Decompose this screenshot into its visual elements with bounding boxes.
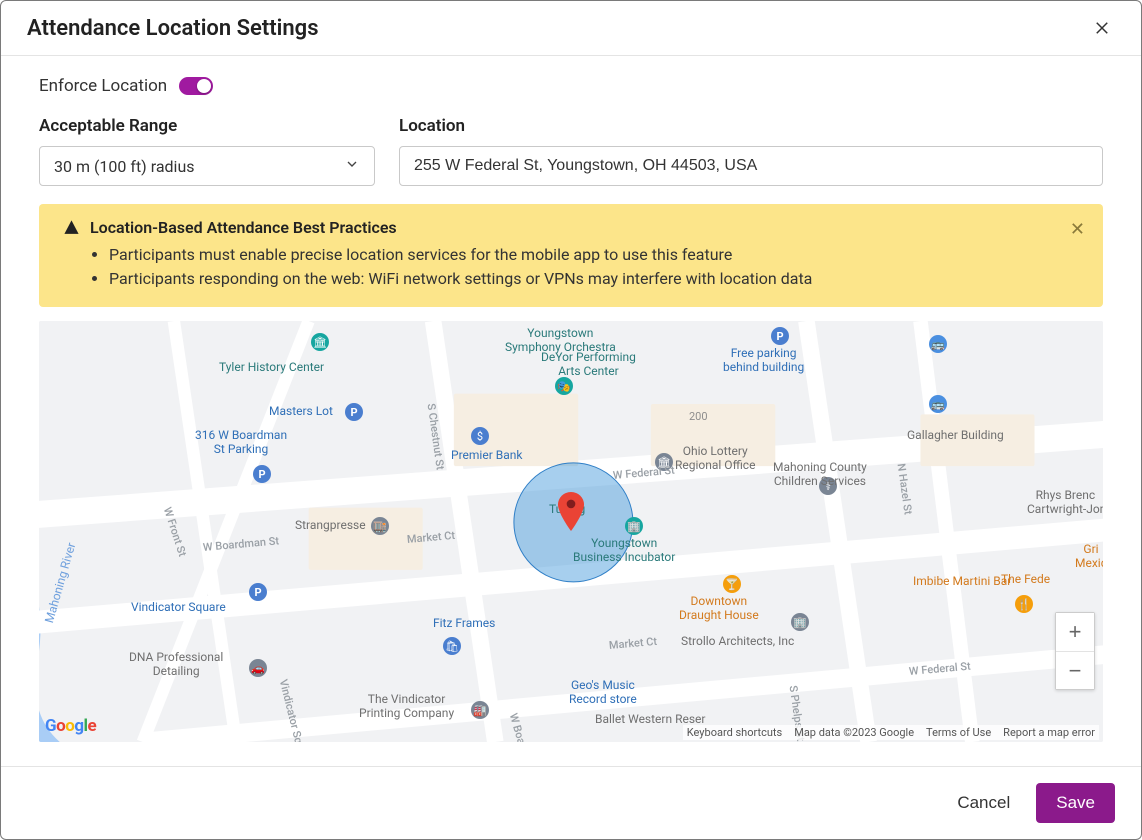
business-icon: 🚗 bbox=[249, 659, 267, 677]
alert-title-row: Location-Based Attendance Best Practices bbox=[63, 218, 1059, 237]
save-button[interactable]: Save bbox=[1036, 783, 1115, 823]
restaurant-icon: 🍸 bbox=[723, 575, 741, 593]
business-icon: 🏬 bbox=[371, 517, 389, 535]
location-field: Location bbox=[399, 116, 1103, 186]
map-keyboard-shortcuts[interactable]: Keyboard shortcuts bbox=[687, 726, 782, 739]
modal-title: Attendance Location Settings bbox=[27, 16, 319, 41]
enforce-location-toggle[interactable] bbox=[179, 77, 213, 95]
zoom-in-button[interactable]: + bbox=[1056, 613, 1094, 651]
map-attribution: Keyboard shortcuts Map data ©2023 Google… bbox=[683, 725, 1099, 740]
settings-fields: Acceptable Range 30 m (100 ft) radius Lo… bbox=[39, 116, 1103, 186]
toggle-knob bbox=[197, 79, 211, 93]
modal-body: Enforce Location Acceptable Range 30 m (… bbox=[1, 56, 1141, 766]
range-label: Acceptable Range bbox=[39, 116, 375, 136]
alert-close-button[interactable]: ✕ bbox=[1066, 216, 1089, 242]
warning-icon bbox=[63, 219, 80, 236]
location-label: Location bbox=[399, 116, 1103, 136]
map-marker-icon bbox=[558, 491, 584, 535]
business-icon: 🏢 bbox=[625, 517, 643, 535]
theater-icon: 🎭 bbox=[555, 377, 573, 395]
parking-icon: P bbox=[771, 327, 789, 345]
business-icon: 🏢 bbox=[791, 613, 809, 631]
range-select[interactable]: 30 m (100 ft) radius bbox=[39, 146, 375, 186]
map-terms-link[interactable]: Terms of Use bbox=[926, 726, 991, 739]
enforce-location-label: Enforce Location bbox=[39, 76, 167, 96]
close-icon bbox=[1093, 19, 1111, 37]
restaurant-icon: 🍴 bbox=[1015, 595, 1033, 613]
map[interactable]: Youngstown Symphony Orchestra 🏛 Tyler Hi… bbox=[39, 321, 1103, 742]
map-zoom-control: + − bbox=[1055, 612, 1095, 690]
alert-bullet: Participants must enable precise locatio… bbox=[109, 243, 1059, 267]
parking-icon: P bbox=[345, 403, 363, 421]
attendance-location-modal: Attendance Location Settings Enforce Loc… bbox=[0, 0, 1142, 840]
close-button[interactable] bbox=[1089, 15, 1115, 41]
alert-title: Location-Based Attendance Best Practices bbox=[90, 218, 397, 237]
parking-icon: P bbox=[253, 465, 271, 483]
chevron-down-icon bbox=[344, 156, 360, 176]
alert-bullets: Participants must enable precise locatio… bbox=[63, 243, 1059, 291]
transit-icon: 🚌 bbox=[929, 395, 947, 413]
google-logo: Google bbox=[45, 716, 96, 736]
range-select-value: 30 m (100 ft) radius bbox=[54, 157, 195, 176]
map-data-label: Map data ©2023 Google bbox=[794, 726, 914, 739]
zoom-out-button[interactable]: − bbox=[1056, 651, 1094, 689]
bank-icon: $ bbox=[471, 427, 489, 445]
location-input[interactable] bbox=[399, 146, 1103, 186]
business-icon: 🏭 bbox=[471, 701, 489, 719]
museum-icon: 🏛 bbox=[311, 333, 329, 351]
modal-header: Attendance Location Settings bbox=[1, 1, 1141, 56]
office-icon: 🏛 bbox=[655, 453, 673, 471]
alert-bullet: Participants responding on the web: WiFi… bbox=[109, 267, 1059, 291]
office-icon: ⚕ bbox=[819, 477, 837, 495]
business-icon: 🛍 bbox=[443, 637, 461, 655]
cancel-button[interactable]: Cancel bbox=[953, 785, 1014, 821]
enforce-location-row: Enforce Location bbox=[39, 76, 1103, 96]
best-practices-alert: Location-Based Attendance Best Practices… bbox=[39, 204, 1103, 307]
parking-icon: P bbox=[249, 583, 267, 601]
range-field: Acceptable Range 30 m (100 ft) radius bbox=[39, 116, 375, 186]
map-report-link[interactable]: Report a map error bbox=[1003, 726, 1095, 739]
transit-icon: 🚌 bbox=[929, 335, 947, 353]
modal-footer: Cancel Save bbox=[1, 766, 1141, 839]
